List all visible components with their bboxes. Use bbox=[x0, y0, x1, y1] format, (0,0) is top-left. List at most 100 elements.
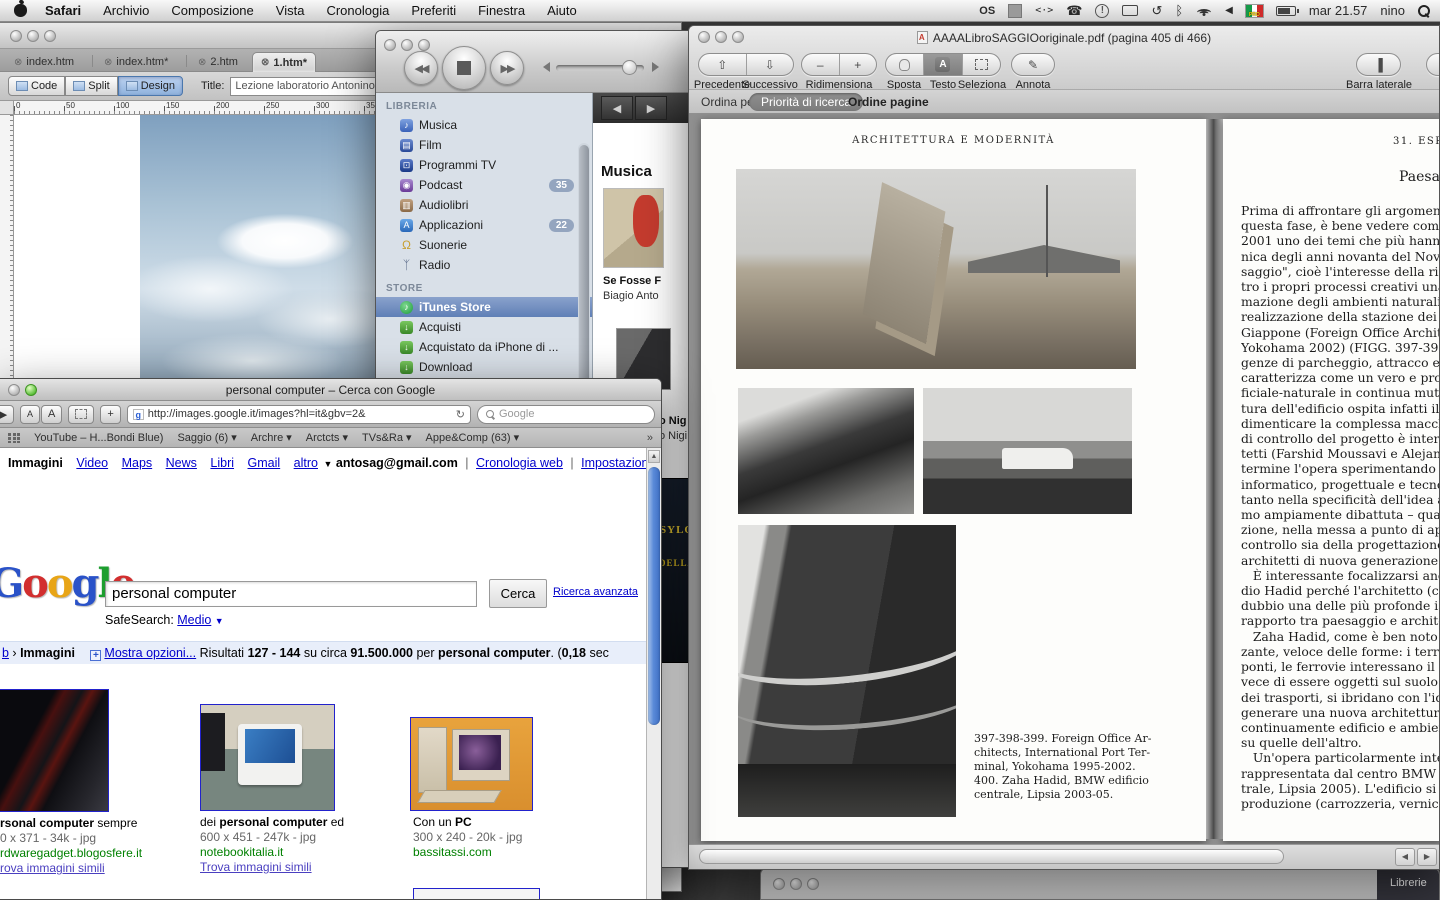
close-tab-icon[interactable]: ⊗ bbox=[104, 57, 112, 68]
select-tool-button[interactable] bbox=[963, 54, 1000, 75]
partial-button[interactable] bbox=[1426, 53, 1440, 76]
design-view-button[interactable]: Design bbox=[118, 76, 183, 96]
battery-icon[interactable] bbox=[1276, 6, 1296, 16]
bookmark-folder[interactable]: Appe&Comp (63) ▾ bbox=[426, 431, 520, 444]
scroll-left-arrow[interactable]: ◀ bbox=[1395, 848, 1415, 866]
minimize-button[interactable] bbox=[401, 39, 413, 51]
sidebar-item-audiolibri[interactable]: ▥ Audiolibri bbox=[376, 195, 592, 215]
sidebar-item-acquisti[interactable]: ↓ Acquisti bbox=[376, 317, 592, 337]
advanced-search-link[interactable]: Ricerca avanzata bbox=[553, 586, 638, 598]
nav-libri[interactable]: Libri bbox=[210, 456, 234, 470]
move-tool-button[interactable] bbox=[886, 54, 924, 75]
album-title[interactable]: o Nig bbox=[659, 415, 687, 427]
zoom-button[interactable] bbox=[418, 39, 430, 51]
text-tool-button[interactable]: A bbox=[924, 54, 962, 75]
nav-altro[interactable]: altro bbox=[294, 456, 318, 470]
page-clip-button[interactable] bbox=[68, 405, 94, 424]
cerca-button[interactable]: Cerca bbox=[489, 579, 547, 608]
album-cover[interactable] bbox=[603, 188, 664, 268]
close-button[interactable] bbox=[384, 39, 396, 51]
minimize-button[interactable] bbox=[790, 878, 802, 890]
time-machine-icon[interactable]: ↺ bbox=[1151, 0, 1162, 22]
forward-button[interactable]: ▶ bbox=[0, 405, 14, 424]
zoom-out-button[interactable]: – bbox=[802, 54, 840, 75]
sidebar-item-musica[interactable]: ♪ Musica bbox=[376, 115, 592, 135]
rewind-button[interactable]: ◀◀ bbox=[404, 51, 438, 85]
stop-button[interactable] bbox=[442, 46, 486, 90]
split-view-button[interactable]: Split bbox=[65, 76, 117, 96]
nav-maps[interactable]: Maps bbox=[122, 456, 153, 470]
bluetooth-icon[interactable]: ᛒ bbox=[1175, 0, 1183, 22]
menu-finestra[interactable]: Finestra bbox=[478, 3, 525, 18]
sort-page-order[interactable]: Ordine pagine bbox=[848, 95, 929, 109]
close-tab-icon[interactable]: ⊗ bbox=[261, 57, 269, 68]
menu-clock[interactable]: mar 21.57 bbox=[1309, 3, 1368, 18]
tab-1-htm-active[interactable]: ⊗ 1.htm* bbox=[252, 52, 316, 72]
store-back-button[interactable]: ◀ bbox=[601, 96, 633, 120]
apple-menu-icon[interactable] bbox=[14, 4, 27, 17]
spaces-menu-icon[interactable] bbox=[1008, 4, 1022, 18]
zoom-in-button[interactable]: + bbox=[840, 54, 877, 75]
menu-safari[interactable]: Safari bbox=[45, 3, 81, 18]
phone-sync-icon[interactable]: ☎ bbox=[1066, 0, 1082, 22]
menu-composizione[interactable]: Composizione bbox=[171, 3, 253, 18]
album-title[interactable]: Se Fosse F bbox=[603, 275, 661, 287]
update-alert-icon[interactable]: ! bbox=[1095, 4, 1109, 18]
result-image-desktop-pc[interactable] bbox=[410, 717, 533, 811]
reload-icon[interactable]: ↻ bbox=[456, 408, 465, 421]
menu-archivio[interactable]: Archivio bbox=[103, 3, 149, 18]
sidebar-item-podcast[interactable]: ◉ Podcast 35 bbox=[376, 175, 592, 195]
bookmark-folder[interactable]: Archre ▾ bbox=[251, 431, 292, 444]
nav-video[interactable]: Video bbox=[76, 456, 108, 470]
displays-menu-icon[interactable] bbox=[1122, 5, 1138, 16]
album-artist[interactable]: Biagio Anto bbox=[603, 290, 659, 302]
sort-priority-pill[interactable]: Priorità di ricerca bbox=[749, 93, 863, 111]
annotate-button[interactable]: ✎ bbox=[1012, 54, 1054, 75]
search-query-input[interactable]: personal computer bbox=[105, 581, 477, 607]
safesearch-dropdown-icon[interactable]: ▼ bbox=[215, 616, 224, 626]
sidebar-item-applicazioni[interactable]: A Applicazioni 22 bbox=[376, 215, 592, 235]
sidebar-toggle-button[interactable]: ▐ bbox=[1357, 54, 1400, 75]
fast-forward-button[interactable]: ▶▶ bbox=[490, 51, 524, 85]
altro-dropdown-icon[interactable]: ▼ bbox=[323, 459, 332, 469]
page-scrollbar[interactable]: ▲ bbox=[646, 448, 661, 899]
similar-images-link[interactable]: rova immagini simili bbox=[0, 861, 105, 875]
nav-news[interactable]: News bbox=[166, 456, 197, 470]
lastfm-menu-icon[interactable]: OS bbox=[979, 0, 995, 22]
sidebar-item-download[interactable]: ↓ Download bbox=[376, 357, 592, 377]
similar-images-link[interactable]: Trova immagini simili bbox=[200, 860, 312, 874]
volume-knob[interactable] bbox=[622, 60, 637, 75]
scroll-right-arrow[interactable]: ▶ bbox=[1417, 848, 1437, 866]
bookmarks-grid-icon[interactable] bbox=[8, 433, 20, 443]
sidebar-item-itunes-store[interactable]: ♪ iTunes Store bbox=[376, 297, 592, 317]
bookmark-item[interactable]: YouTube – H...Bondi Blue) bbox=[34, 432, 163, 444]
album-artist[interactable]: o Nigi bbox=[659, 430, 687, 442]
input-language-flag-icon[interactable]: PRO bbox=[1246, 5, 1263, 17]
pdf-titlebar[interactable]: AAAALibroSAGGIOoriginale.pdf (pagina 405… bbox=[689, 26, 1439, 114]
web-history-link[interactable]: Cronologia web bbox=[476, 456, 563, 470]
tab-index-htm-2[interactable]: ⊗ index.htm* bbox=[96, 52, 176, 72]
clouds-image[interactable] bbox=[140, 115, 390, 415]
code-view-button[interactable]: Code bbox=[8, 76, 65, 96]
tab-index-htm[interactable]: ⊗ index.htm bbox=[6, 52, 82, 72]
sidebar-item-radio[interactable]: ᛉ Radio bbox=[376, 255, 592, 275]
plus-icon[interactable]: + bbox=[90, 650, 101, 661]
tab-2-htm[interactable]: ⊗ 2.htm bbox=[190, 52, 246, 72]
web-breadcrumb-link[interactable]: b bbox=[2, 646, 9, 660]
wifi-icon[interactable] bbox=[1196, 5, 1212, 16]
next-page-button[interactable]: ⇩ bbox=[747, 54, 794, 75]
menu-vista[interactable]: Vista bbox=[276, 3, 305, 18]
scroll-up-arrow[interactable]: ▲ bbox=[648, 450, 660, 463]
search-field[interactable]: Google bbox=[477, 405, 655, 424]
result-image-device[interactable] bbox=[413, 888, 540, 899]
new-tab-button[interactable]: + bbox=[100, 405, 120, 424]
fast-user-switch[interactable]: nino bbox=[1380, 3, 1405, 18]
itunes-titlebar[interactable]: ◀◀ ▶▶ bbox=[376, 31, 694, 93]
sidebar-item-acquistato-iphone[interactable]: ↓ Acquistato da iPhone di ... bbox=[376, 337, 592, 357]
nav-immagini[interactable]: Immagini bbox=[8, 456, 63, 470]
safari-titlebar[interactable]: personal computer – Cerca con Google bbox=[0, 379, 661, 401]
sidebar-item-programmi-tv[interactable]: ⊡ Programmi TV bbox=[376, 155, 592, 175]
sidebar-item-suonerie[interactable]: Ω Suonerie bbox=[376, 235, 592, 255]
result-image-laptop[interactable] bbox=[0, 689, 109, 812]
document-title-input[interactable]: Lezione laboratorio Antonino S bbox=[230, 77, 382, 96]
